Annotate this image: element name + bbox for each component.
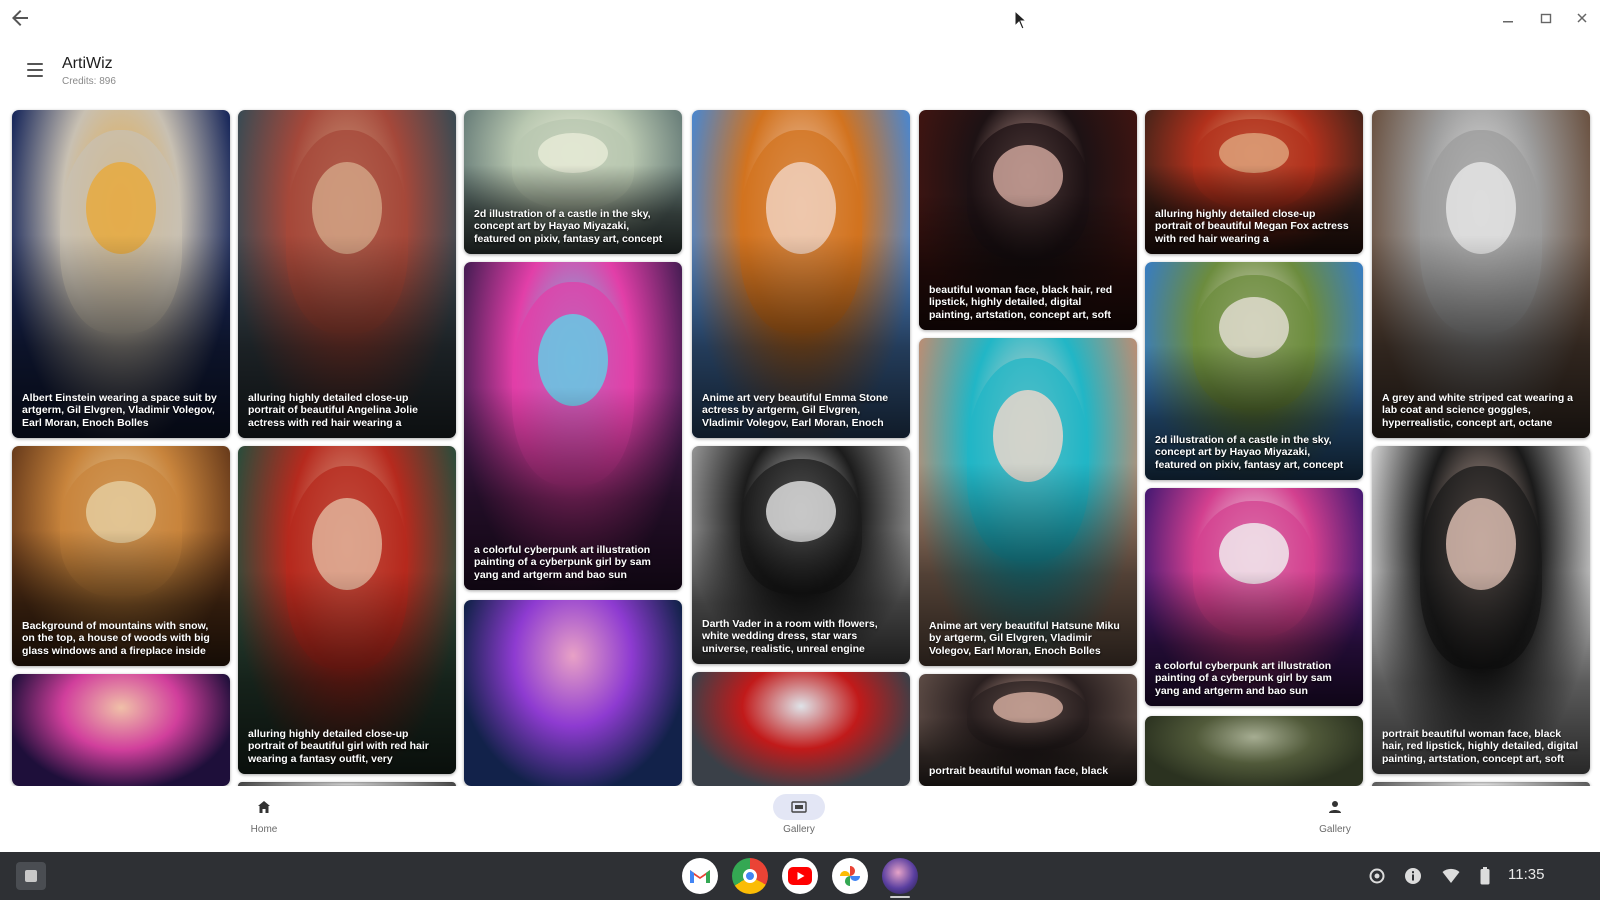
clock[interactable]: 11:35 bbox=[1508, 866, 1544, 883]
card-prompt: portrait beautiful woman face, black bbox=[929, 764, 1109, 777]
gallery-card[interactable]: Albert Einstein wearing a space suit by … bbox=[12, 110, 230, 438]
card-prompt: a colorful cyberpunk art illustration pa… bbox=[1155, 659, 1332, 697]
nav-gallery[interactable]: Gallery bbox=[739, 794, 859, 848]
card-prompt: beautiful woman face, black hair, red li… bbox=[929, 283, 1113, 321]
gallery-card[interactable] bbox=[12, 674, 230, 786]
nav-home[interactable]: Home bbox=[204, 794, 324, 848]
gallery-card[interactable]: alluring highly detailed close-up portra… bbox=[238, 110, 456, 438]
card-prompt: Albert Einstein wearing a space suit by … bbox=[22, 391, 217, 429]
gallery-icon bbox=[773, 794, 825, 820]
gallery-card[interactable]: 2d illustration of a castle in the sky, … bbox=[464, 110, 682, 254]
info-icon[interactable] bbox=[1402, 864, 1424, 888]
card-prompt: alluring highly detailed close-up portra… bbox=[1155, 207, 1349, 245]
gallery-card[interactable]: portrait beautiful woman face, black hai… bbox=[1372, 446, 1590, 774]
gallery-card[interactable]: 2d illustration of a castle in the sky, … bbox=[1145, 262, 1363, 480]
nav-home-label: Home bbox=[250, 824, 278, 835]
card-artwork bbox=[1145, 716, 1363, 786]
gallery-card[interactable] bbox=[692, 672, 910, 786]
active-app-indicator bbox=[890, 896, 910, 898]
card-prompt: alluring highly detailed close-up portra… bbox=[248, 727, 429, 765]
card-prompt: Anime art very beautiful Hatsune Miku by… bbox=[929, 619, 1120, 657]
gallery-card[interactable]: beautiful woman face, black hair, red li… bbox=[919, 110, 1137, 330]
card-prompt: a colorful cyberpunk art illustration pa… bbox=[474, 543, 651, 581]
nav-profile[interactable]: Gallery bbox=[1275, 794, 1395, 848]
profile-icon bbox=[1309, 794, 1361, 820]
photos-icon[interactable] bbox=[832, 858, 868, 894]
bottom-navigation: Home Gallery Gallery bbox=[0, 786, 1600, 852]
nav-profile-label: Gallery bbox=[1319, 824, 1351, 835]
gallery-grid: Albert Einstein wearing a space suit by … bbox=[0, 0, 1600, 786]
gallery-card[interactable]: alluring highly detailed close-up portra… bbox=[1145, 110, 1363, 254]
gallery-card[interactable]: Background of mountains with snow, on th… bbox=[12, 446, 230, 666]
card-prompt: portrait beautiful woman face, black hai… bbox=[1382, 727, 1579, 765]
gallery-card[interactable] bbox=[464, 600, 682, 786]
chrome-icon[interactable] bbox=[732, 858, 768, 894]
gallery-card[interactable]: Darth Vader in a room with flowers, whit… bbox=[692, 446, 910, 664]
card-artwork bbox=[464, 600, 682, 786]
card-artwork bbox=[12, 674, 230, 786]
card-prompt: alluring highly detailed close-up portra… bbox=[248, 391, 418, 429]
card-prompt: 2d illustration of a castle in the sky, … bbox=[1155, 433, 1344, 471]
gmail-icon[interactable] bbox=[682, 858, 718, 894]
home-icon bbox=[238, 794, 290, 820]
card-artwork bbox=[692, 672, 910, 786]
gallery-card[interactable]: a colorful cyberpunk art illustration pa… bbox=[464, 262, 682, 590]
gallery-card[interactable]: alluring highly detailed close-up portra… bbox=[238, 446, 456, 774]
battery-icon[interactable] bbox=[1478, 864, 1492, 888]
gallery-card[interactable]: Anime art very beautiful Emma Stone actr… bbox=[692, 110, 910, 438]
card-prompt: 2d illustration of a castle in the sky, … bbox=[474, 207, 663, 245]
artiwiz-window: ArtiWiz Credits: 896 Albert Einstein wea… bbox=[0, 0, 1600, 852]
gallery-card[interactable]: Anime art very beautiful Hatsune Miku by… bbox=[919, 338, 1137, 666]
wifi-icon[interactable] bbox=[1440, 864, 1462, 888]
launcher-icon[interactable] bbox=[16, 862, 46, 890]
gallery-card[interactable]: portrait beautiful woman face, black bbox=[919, 674, 1137, 786]
nav-gallery-label: Gallery bbox=[783, 824, 815, 835]
card-prompt: Darth Vader in a room with flowers, whit… bbox=[702, 617, 878, 655]
card-prompt: Background of mountains with snow, on th… bbox=[22, 619, 210, 657]
gallery-card[interactable]: A grey and white striped cat wearing a l… bbox=[1372, 110, 1590, 438]
gallery-card[interactable]: a colorful cyberpunk art illustration pa… bbox=[1145, 488, 1363, 706]
card-prompt: A grey and white striped cat wearing a l… bbox=[1382, 391, 1573, 429]
card-prompt: Anime art very beautiful Emma Stone actr… bbox=[702, 391, 889, 429]
youtube-icon[interactable] bbox=[782, 858, 818, 894]
artiwiz-icon[interactable] bbox=[882, 858, 918, 894]
gallery-card[interactable] bbox=[1145, 716, 1363, 786]
settings-icon[interactable] bbox=[1366, 864, 1388, 888]
